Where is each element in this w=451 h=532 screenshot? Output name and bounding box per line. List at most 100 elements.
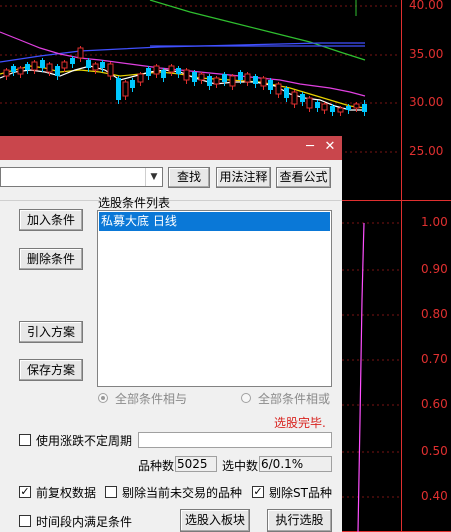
candle-body <box>161 70 166 78</box>
radio-and-all[interactable] <box>98 393 108 403</box>
delete-condition-button[interactable]: 删除条件 <box>19 248 83 270</box>
variable-period-input[interactable] <box>138 432 332 448</box>
candle-body <box>321 103 328 111</box>
candle-body <box>207 76 212 86</box>
price-label-25: 25.00 <box>409 144 444 158</box>
condition-list-title: 选股条件列表 <box>98 196 171 210</box>
candle-body <box>168 65 175 73</box>
condition-list-item[interactable]: 私募大底 日线 <box>99 212 330 231</box>
chevron-down-icon[interactable]: ▼ <box>145 168 162 186</box>
indicator-label-090: 0.90 <box>421 262 448 276</box>
price-label-40: 40.00 <box>409 0 444 12</box>
candle-body <box>137 73 144 83</box>
exclude-untraded-checkbox[interactable] <box>105 486 117 498</box>
usage-notes-button[interactable]: 用法注释 <box>216 167 271 188</box>
time-range-label: 时间段内满足条件 <box>36 515 133 529</box>
radio-and-all-label: 全部条件相与 <box>115 392 188 406</box>
dialog-titlebar[interactable]: ─ ✕ <box>0 136 342 160</box>
candle-body <box>11 66 16 72</box>
candle-body <box>198 73 205 81</box>
find-button[interactable]: 查找 <box>168 167 210 188</box>
candle-body <box>275 83 282 95</box>
selected-count-label: 选中数 <box>222 459 259 473</box>
candle-body <box>300 94 305 102</box>
candle-body <box>346 106 351 110</box>
selected-count-value: 6/0.1% <box>259 456 332 472</box>
candle-body <box>61 61 68 69</box>
indicator-label-100: 1.00 <box>421 215 448 229</box>
candle-body <box>55 66 60 76</box>
candle-body <box>146 68 151 76</box>
candle-body <box>122 81 129 97</box>
formula-combo[interactable]: ▼ <box>0 167 163 187</box>
import-plan-button[interactable]: 引入方案 <box>19 321 83 343</box>
candle-body <box>222 74 227 82</box>
dialog-separator <box>0 200 342 201</box>
candle-body <box>107 63 114 77</box>
close-button[interactable]: ✕ <box>321 138 339 156</box>
exclude-st-checkbox[interactable]: ✓ <box>252 486 264 498</box>
indicator-label-050: 0.50 <box>421 444 448 458</box>
indicator-line <box>357 222 365 532</box>
indicator-label-040: 0.40 <box>421 489 448 503</box>
candle-body <box>100 62 105 68</box>
candle-body <box>260 77 267 87</box>
candle-body <box>253 76 258 84</box>
candles <box>3 46 367 116</box>
price-label-30: 30.00 <box>409 95 444 109</box>
indicator-label-060: 0.60 <box>421 397 448 411</box>
candle-body <box>291 91 298 105</box>
candle-body <box>213 77 220 85</box>
candle-body <box>284 88 289 98</box>
add-condition-button[interactable]: 加入条件 <box>19 209 83 231</box>
candle-body <box>244 73 251 83</box>
exclude-untraded-label: 剔除当前未交易的品种 <box>122 486 243 500</box>
view-formula-button[interactable]: 查看公式 <box>276 167 331 188</box>
indicator-label-080: 0.80 <box>421 307 448 321</box>
variable-period-label: 使用涨跌不定周期 <box>36 434 133 448</box>
candle-body <box>46 63 53 73</box>
candle-body <box>306 97 313 109</box>
candle-body <box>183 69 190 81</box>
minimize-button[interactable]: ─ <box>301 138 319 156</box>
candle-body <box>70 58 75 64</box>
candle-body <box>130 80 135 88</box>
candle-body <box>192 72 197 82</box>
candle-body <box>238 72 243 80</box>
candle-body <box>315 102 320 108</box>
candle-body <box>25 64 30 70</box>
exclude-st-label: 剔除ST品种 <box>269 486 332 500</box>
candle-body <box>229 75 236 87</box>
candle-body <box>330 106 335 112</box>
candle-body <box>40 60 45 68</box>
candle-body <box>31 61 38 71</box>
indicator-label-070: 0.70 <box>421 352 448 366</box>
candle-body <box>86 60 91 68</box>
candle-body <box>17 67 24 75</box>
candle-body <box>176 68 181 74</box>
status-text: 选股完毕. <box>274 416 326 430</box>
candle-body <box>3 69 10 77</box>
radio-or-all[interactable] <box>241 393 251 403</box>
candle-body <box>353 103 360 109</box>
stock-count-value: 5025 <box>175 456 217 472</box>
candle-body <box>337 107 344 113</box>
candle-body <box>77 47 84 59</box>
candle-body <box>92 63 99 71</box>
candle-body <box>116 78 121 100</box>
candle-body <box>362 104 367 112</box>
candle-body <box>268 80 273 90</box>
save-plan-button[interactable]: 保存方案 <box>19 359 83 381</box>
condition-list[interactable]: 私募大底 日线 <box>97 210 332 387</box>
time-range-checkbox[interactable] <box>19 515 31 527</box>
radio-or-all-label: 全部条件相或 <box>258 392 331 406</box>
run-screening-button[interactable]: 执行选股 <box>267 509 332 532</box>
add-to-block-button[interactable]: 选股入板块 <box>180 509 250 532</box>
variable-period-checkbox[interactable] <box>19 434 31 446</box>
price-label-35: 35.00 <box>409 47 444 61</box>
ma-green <box>149 0 366 61</box>
forward-adjust-label: 前复权数据 <box>36 486 97 500</box>
stock-count-label: 品种数 <box>138 459 175 473</box>
forward-adjust-checkbox[interactable]: ✓ <box>19 486 31 498</box>
candle-body <box>153 65 160 75</box>
